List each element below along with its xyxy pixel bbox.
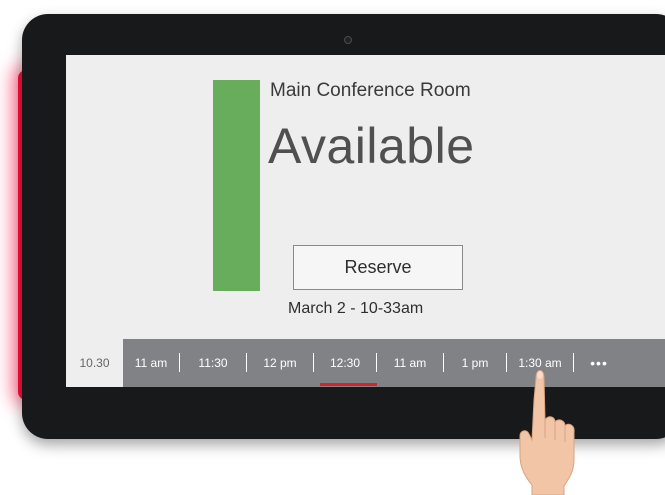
current-date-time: March 2 - 10-33am: [288, 300, 424, 317]
room-name: Main Conference Room: [270, 80, 471, 101]
time-slot[interactable]: 11:30: [180, 339, 246, 387]
camera-icon: [344, 36, 352, 44]
availability-indicator: [213, 80, 260, 291]
time-slot[interactable]: 1 pm: [444, 339, 506, 387]
room-display-screen: Main Conference Room Available Reserve M…: [66, 55, 665, 387]
time-slot[interactable]: 11 am: [123, 339, 179, 387]
room-status: Available: [268, 118, 475, 174]
time-slot[interactable]: 12 pm: [247, 339, 313, 387]
current-time-label: 10.30: [79, 356, 110, 370]
time-slot[interactable]: 11 am: [377, 339, 443, 387]
hand-pointer-icon: [519, 370, 575, 495]
time-slot-active[interactable]: 12:30: [314, 339, 376, 387]
reserve-button[interactable]: Reserve: [293, 245, 463, 290]
active-slot-indicator: [320, 383, 377, 386]
